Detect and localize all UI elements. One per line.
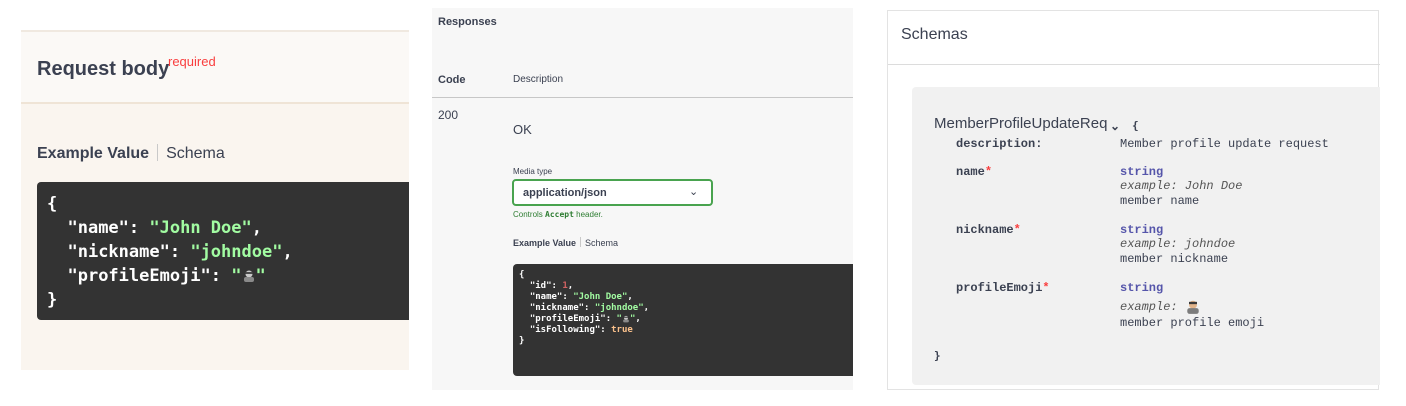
person-emoji-icon (1187, 300, 1199, 314)
json-key: "name" (529, 292, 563, 302)
tab-schema[interactable]: Schema (166, 145, 225, 162)
media-type-label: Media type (513, 167, 553, 176)
json-key: "profileEmoji" (67, 266, 211, 286)
request-example-code: { "name": "John Doe", "nickname": "johnd… (37, 182, 409, 320)
property-profile-emoji: profileEmoji* (956, 281, 1050, 295)
response-description: OK (513, 122, 532, 137)
column-header-code: Code (438, 74, 466, 86)
json-key: "id" (529, 281, 552, 291)
property-description: member profile emoji (1120, 316, 1265, 330)
property-nickname: nickname* (956, 223, 1021, 237)
model-close-brace: } (934, 349, 941, 362)
schemas-title[interactable]: Schemas (901, 26, 968, 44)
chevron-down-icon[interactable]: ⌄ (1110, 119, 1120, 133)
description-value: Member profile update request (1120, 137, 1329, 151)
json-comma: , (627, 292, 633, 302)
json-comma: , (567, 281, 574, 291)
property-example: example: John Doe (1120, 179, 1243, 193)
required-mark: * (1042, 281, 1050, 295)
json-key: "nickname" (529, 303, 585, 313)
tab-divider (580, 237, 582, 247)
controls-suffix: header. (573, 210, 603, 219)
json-key: "nickname" (67, 242, 170, 262)
controls-prefix: Controls (513, 210, 546, 219)
schemas-panel: Schemas MemberProfileUpdateReq ⌄ { descr… (887, 10, 1380, 390)
property-example: example: (1120, 299, 1201, 315)
json-comma: , (251, 218, 262, 238)
tab-divider (157, 144, 159, 161)
property-name: name* (956, 165, 992, 179)
model-name[interactable]: MemberProfileUpdateReq (934, 115, 1107, 132)
responses-panel: Responses Code Description 200 OK Media … (432, 8, 853, 390)
example-schema-tabs: Example Value Schema (513, 237, 618, 248)
chevron-down-icon: ⌄ (689, 186, 699, 198)
json-open-brace: { (47, 194, 58, 214)
json-string-value: "johndoe" (190, 242, 283, 262)
request-body-header: Request body required (21, 30, 409, 104)
response-status-code: 200 (438, 108, 459, 122)
required-mark: * (984, 165, 993, 179)
tab-example-value[interactable]: Example Value (37, 145, 149, 162)
json-string-value: "John Doe" (573, 292, 628, 302)
column-header-description: Description (513, 74, 564, 85)
json-close-brace: } (47, 290, 58, 310)
json-quote: " (231, 266, 242, 286)
property-description: member name (1120, 194, 1200, 208)
required-badge: required (168, 54, 216, 69)
property-type: string (1120, 165, 1164, 179)
json-string-value: "John Doe" (149, 218, 252, 238)
property-example: example: johndoe (1120, 237, 1236, 251)
required-mark: * (1013, 223, 1021, 237)
tab-example-value[interactable]: Example Value (513, 238, 576, 248)
person-emoji-icon (243, 270, 254, 282)
property-type: string (1120, 281, 1164, 295)
example-schema-tabs: Example Value Schema (37, 144, 225, 163)
json-key: "name" (67, 218, 129, 238)
json-comma: , (635, 314, 641, 324)
model-box: MemberProfileUpdateReq ⌄ { description: … (912, 87, 1380, 385)
response-example-code: { "id": 1, "name": "John Doe", "nickname… (513, 264, 853, 376)
json-key: "isFollowing" (529, 325, 601, 335)
schemas-divider (888, 64, 1380, 65)
accept-keyword: Accept (545, 210, 574, 219)
model-open-brace: { (1132, 119, 1139, 132)
media-type-select[interactable]: application/json ⌄ (512, 179, 713, 206)
json-close-brace: } (519, 336, 525, 346)
json-bool-value: true (611, 325, 633, 335)
property-type: string (1120, 223, 1164, 237)
property-label: nickname (956, 223, 1014, 237)
request-body-title: Request body (37, 58, 170, 80)
property-label: name (956, 165, 985, 179)
json-string-value: "johndoe" (594, 303, 644, 313)
example-label: example: (1120, 300, 1178, 315)
json-key: "profileEmoji" (529, 314, 606, 324)
person-emoji-icon (623, 315, 629, 322)
header-divider (432, 97, 853, 98)
json-quote: " (255, 266, 266, 286)
property-label: profileEmoji (956, 281, 1043, 295)
responses-title: Responses (438, 16, 497, 28)
json-comma: , (282, 242, 293, 262)
tab-schema[interactable]: Schema (585, 238, 618, 248)
property-description: member nickname (1120, 252, 1229, 266)
description-key: description: (956, 137, 1043, 151)
request-body-panel: Request body required Example Value Schem… (21, 30, 409, 370)
media-type-value: application/json (523, 187, 607, 199)
json-open-brace: { (519, 270, 525, 280)
json-comma: , (643, 303, 650, 313)
controls-accept-note: Controls Accept header. (513, 210, 603, 219)
